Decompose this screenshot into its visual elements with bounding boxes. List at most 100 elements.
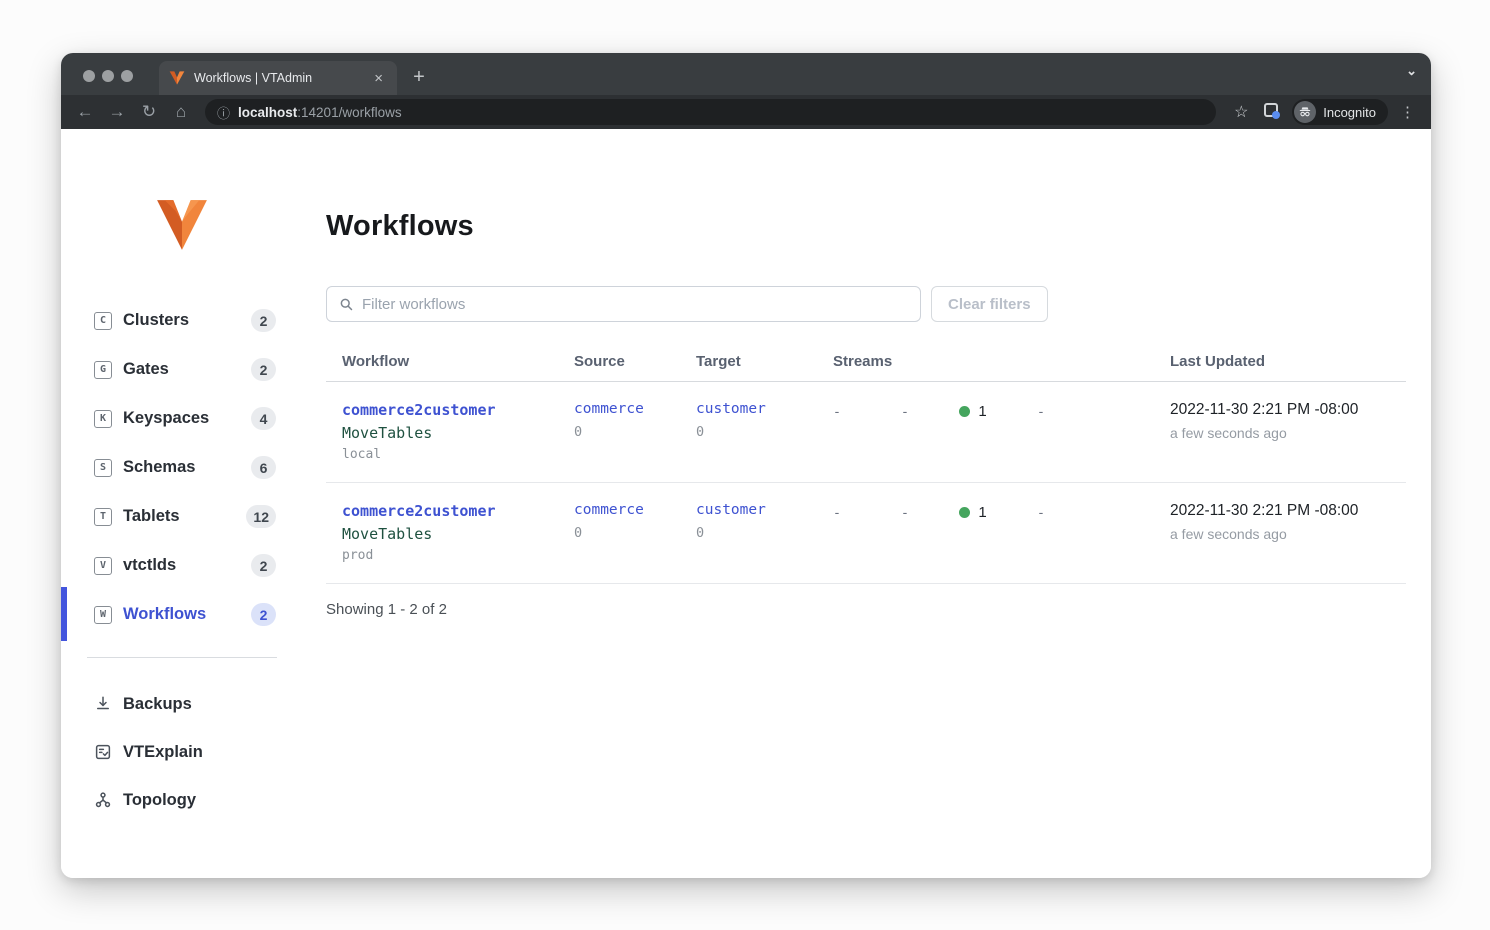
bookmark-star-icon[interactable]: ☆ xyxy=(1228,102,1254,122)
url-path: :14201/workflows xyxy=(297,105,401,120)
search-icon xyxy=(339,297,354,312)
vitess-favicon-icon xyxy=(169,71,185,85)
pagination-summary: Showing 1 - 2 of 2 xyxy=(326,601,1406,618)
sidebar-divider xyxy=(87,657,277,658)
source-keyspace-link[interactable]: commerce xyxy=(574,502,680,518)
last-updated-relative: a few seconds ago xyxy=(1170,425,1406,441)
sidebar-item-backups[interactable]: Backups xyxy=(61,680,301,728)
count-badge: 6 xyxy=(251,456,276,479)
clear-filters-button[interactable]: Clear filters xyxy=(931,286,1048,322)
reload-icon[interactable]: ↻ xyxy=(135,99,163,125)
home-icon[interactable]: ⌂ xyxy=(167,99,195,125)
streams-running-cell: 1 xyxy=(939,502,1007,563)
column-header-workflow: Workflow xyxy=(326,353,558,370)
running-status-dot-icon xyxy=(959,406,970,417)
running-stream-count: 1 xyxy=(978,403,986,420)
workflow-cell: commerce2customer MoveTables local xyxy=(326,401,558,462)
url-text: localhost:14201/workflows xyxy=(238,105,402,120)
workflow-type: MoveTables xyxy=(342,424,558,442)
streams-stopped-cell: - xyxy=(1007,502,1075,563)
browser-toolbar: ← → ↻ ⌂ ⓘ localhost:14201/workflows ☆ In… xyxy=(61,95,1431,129)
target-cell: customer 0 xyxy=(680,502,803,563)
side-panel-icon[interactable] xyxy=(1258,103,1284,122)
browser-menu-icon[interactable]: ⋮ xyxy=(1394,103,1421,121)
source-cell: commerce 0 xyxy=(558,502,680,563)
streams-error-cell: - xyxy=(871,401,939,462)
tab-search-chevron-icon[interactable]: ⌄ xyxy=(1406,63,1417,79)
browser-tab[interactable]: Workflows | VTAdmin × xyxy=(159,61,397,95)
column-header-streams: Streams xyxy=(803,353,1075,370)
sidebar-item-label: Tablets xyxy=(123,507,180,526)
streams-running-cell: 1 xyxy=(939,401,1007,462)
source-shard: 0 xyxy=(574,424,680,440)
keyspaces-letter-icon: K xyxy=(94,410,112,428)
count-badge: 2 xyxy=(251,358,276,381)
vtctlds-letter-icon: V xyxy=(94,557,112,575)
minimize-window-button[interactable] xyxy=(102,70,114,82)
last-updated-relative: a few seconds ago xyxy=(1170,526,1406,542)
sidebar-item-gates[interactable]: G Gates 2 xyxy=(61,345,301,394)
column-header-last-updated: Last Updated xyxy=(1168,353,1406,370)
address-bar[interactable]: ⓘ localhost:14201/workflows xyxy=(205,99,1216,125)
sidebar-item-label: Schemas xyxy=(123,458,195,477)
site-info-icon[interactable]: ⓘ xyxy=(217,103,230,122)
last-updated-cell: 2022-11-30 2:21 PM -08:00 a few seconds … xyxy=(1168,401,1406,462)
back-icon[interactable]: ← xyxy=(71,99,99,125)
sidebar-item-vtexplain[interactable]: VTExplain xyxy=(61,728,301,776)
new-tab-button[interactable]: + xyxy=(405,63,433,91)
page-title: Workflows xyxy=(326,210,1406,243)
vtadmin-page: C Clusters 2 G Gates 2 K Keyspaces 4 S S… xyxy=(61,129,1431,878)
main-panel: Workflows Clear filters Workflow Source … xyxy=(326,129,1406,618)
tab-strip: Workflows | VTAdmin × + ⌄ xyxy=(61,53,1431,95)
gates-letter-icon: G xyxy=(94,361,112,379)
sidebar-item-label: Topology xyxy=(123,791,196,810)
document-check-icon xyxy=(92,741,114,763)
sidebar-item-clusters[interactable]: C Clusters 2 xyxy=(61,296,301,345)
download-icon xyxy=(92,693,114,715)
sidebar-item-keyspaces[interactable]: K Keyspaces 4 xyxy=(61,394,301,443)
close-tab-icon[interactable]: × xyxy=(370,69,387,88)
table-row: commerce2customer MoveTables prod commer… xyxy=(326,483,1406,584)
sidebar: C Clusters 2 G Gates 2 K Keyspaces 4 S S… xyxy=(61,129,326,878)
workflow-type: MoveTables xyxy=(342,525,558,543)
sidebar-item-label: vtctlds xyxy=(123,556,176,575)
sidebar-item-label: Workflows xyxy=(123,605,206,624)
source-keyspace-link[interactable]: commerce xyxy=(574,401,680,417)
workflow-link[interactable]: commerce2customer xyxy=(342,401,558,419)
incognito-avatar-icon xyxy=(1294,101,1316,123)
workflows-table: Workflow Source Target Streams Last Upda… xyxy=(326,353,1406,584)
running-stream-count: 1 xyxy=(978,504,986,521)
close-window-button[interactable] xyxy=(83,70,95,82)
tablets-letter-icon: T xyxy=(94,508,112,526)
browser-window: Workflows | VTAdmin × + ⌄ ← → ↻ ⌂ ⓘ loca… xyxy=(61,53,1431,878)
streams-copying-cell: - xyxy=(803,401,871,462)
count-badge: 12 xyxy=(246,505,276,528)
sidebar-item-label: Keyspaces xyxy=(123,409,209,428)
column-header-source: Source xyxy=(558,353,680,370)
sidebar-item-workflows[interactable]: W Workflows 2 xyxy=(61,590,301,639)
source-shard: 0 xyxy=(574,525,680,541)
sidebar-item-vtctlds[interactable]: V vtctlds 2 xyxy=(61,541,301,590)
count-badge: 2 xyxy=(251,309,276,332)
url-host: localhost xyxy=(238,105,297,120)
workflow-link[interactable]: commerce2customer xyxy=(342,502,558,520)
sidebar-item-label: VTExplain xyxy=(123,743,203,762)
column-header-target: Target xyxy=(680,353,803,370)
target-cell: customer 0 xyxy=(680,401,803,462)
sidebar-item-tablets[interactable]: T Tablets 12 xyxy=(61,492,301,541)
forward-icon[interactable]: → xyxy=(103,99,131,125)
last-updated-time: 2022-11-30 2:21 PM -08:00 xyxy=(1170,401,1406,419)
sidebar-item-schemas[interactable]: S Schemas 6 xyxy=(61,443,301,492)
sidebar-item-label: Backups xyxy=(123,695,192,714)
streams-error-cell: - xyxy=(871,502,939,563)
source-cell: commerce 0 xyxy=(558,401,680,462)
secondary-nav: Backups VTExplain xyxy=(61,680,301,824)
sidebar-item-topology[interactable]: Topology xyxy=(61,776,301,824)
table-header-row: Workflow Source Target Streams Last Upda… xyxy=(326,353,1406,382)
target-keyspace-link[interactable]: customer xyxy=(696,502,803,518)
workflow-cluster: local xyxy=(342,447,558,462)
filter-workflows-input[interactable] xyxy=(362,296,908,313)
maximize-window-button[interactable] xyxy=(121,70,133,82)
target-keyspace-link[interactable]: customer xyxy=(696,401,803,417)
last-updated-cell: 2022-11-30 2:21 PM -08:00 a few seconds … xyxy=(1168,502,1406,563)
